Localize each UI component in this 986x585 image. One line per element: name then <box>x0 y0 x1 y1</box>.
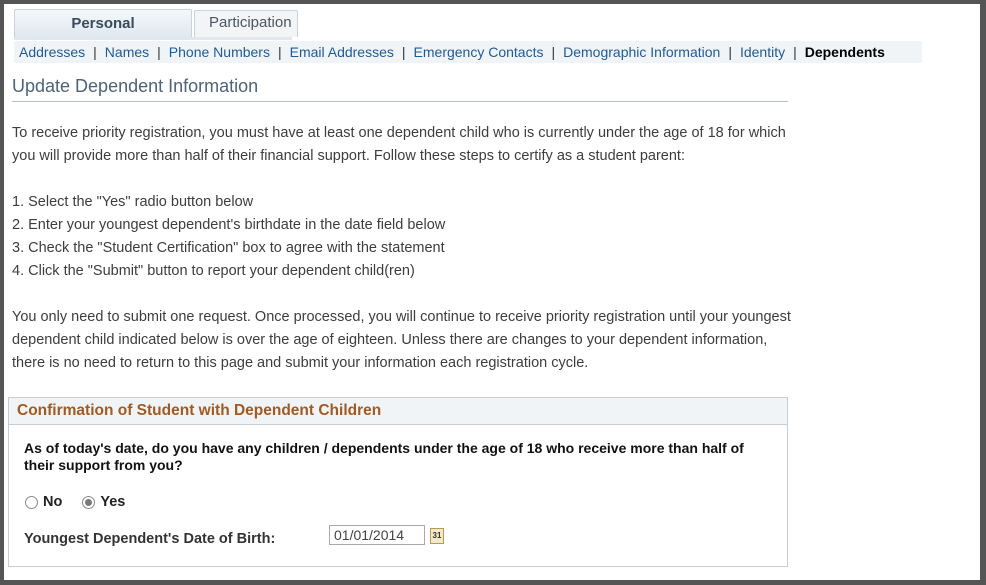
subnav-demographic-information[interactable]: Demographic Information <box>563 44 720 60</box>
step-3: 3. Check the "Student Certification" box… <box>12 240 445 256</box>
dependent-radio-group: No Yes <box>25 494 145 510</box>
confirmation-group: Confirmation of Student with Dependent C… <box>8 397 788 567</box>
title-divider <box>12 101 788 102</box>
intro-text: To receive priority registration, you mu… <box>12 125 786 164</box>
separator: | <box>793 44 797 60</box>
radio-no-label[interactable]: No <box>43 494 62 510</box>
page-frame: Personal Information Participation Addre… <box>4 4 980 580</box>
step-1: 1. Select the "Yes" radio button below <box>12 194 254 210</box>
calendar-icon[interactable]: 31 <box>430 528 444 544</box>
separator: | <box>93 44 97 60</box>
subnav-names[interactable]: Names <box>105 44 149 60</box>
subnav-dependents-current: Dependents <box>804 44 885 60</box>
subnav-addresses[interactable]: Addresses <box>19 44 85 60</box>
separator: | <box>277 44 282 60</box>
instructions: To receive priority registration, you mu… <box>12 122 792 375</box>
separator: | <box>401 44 406 60</box>
subnav-identity[interactable]: Identity <box>740 44 785 60</box>
step-4: 4. Click the "Submit" button to report y… <box>12 263 415 279</box>
subnav-email-addresses[interactable]: Email Addresses <box>290 44 394 60</box>
step-2: 2. Enter your youngest dependent's birth… <box>12 217 446 233</box>
tab-bar: Personal Information Participation <box>14 9 300 59</box>
radio-yes[interactable] <box>82 495 96 509</box>
confirmation-heading: Confirmation of Student with Dependent C… <box>9 398 787 425</box>
tab-participation[interactable]: Participation <box>194 10 298 37</box>
subnav-phone-numbers[interactable]: Phone Numbers <box>169 44 270 60</box>
radio-yes-label[interactable]: Yes <box>100 494 125 510</box>
dob-input[interactable] <box>329 525 425 545</box>
page-title: Update Dependent Information <box>12 76 259 96</box>
tab-personal-information[interactable]: Personal Information <box>14 9 192 59</box>
dependent-question: As of today's date, do you have any chil… <box>24 440 744 473</box>
tab-underline <box>14 37 292 40</box>
dob-label: Youngest Dependent's Date of Birth: <box>24 531 276 547</box>
radio-no[interactable] <box>25 495 38 509</box>
subnav-emergency-contacts[interactable]: Emergency Contacts <box>414 44 544 60</box>
separator: | <box>551 44 556 60</box>
separator: | <box>157 44 161 60</box>
separator: | <box>728 44 732 60</box>
sub-navigation: Addresses | Names | Phone Numbers | Email Addr… <box>14 41 922 63</box>
note-text: You only need to submit one request. Onc… <box>12 309 791 371</box>
